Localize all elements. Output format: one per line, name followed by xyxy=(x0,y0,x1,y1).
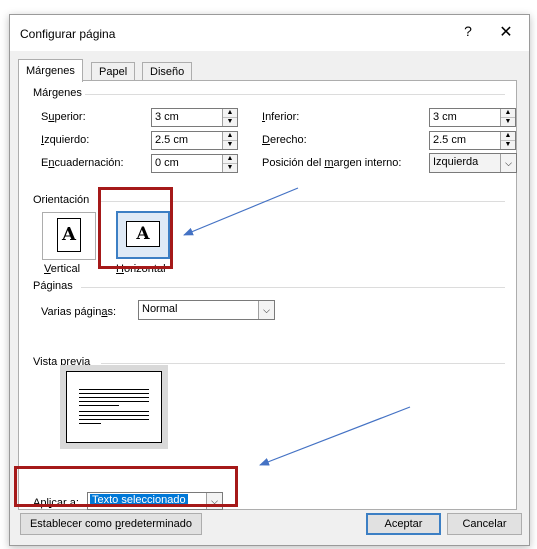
arrow-to-landscape xyxy=(183,187,299,236)
annotation-arrows xyxy=(183,187,411,466)
arrow-to-apply-to xyxy=(259,406,411,466)
tab-margins[interactable]: Márgenes xyxy=(18,59,83,82)
